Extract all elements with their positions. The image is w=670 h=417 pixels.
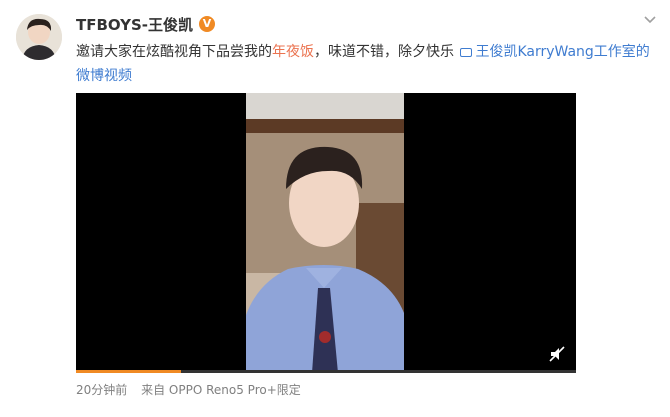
post-text-body: 邀请大家在炫酷视角下品尝我的 [76,44,272,60]
video-player[interactable] [76,93,576,373]
video-icon [460,48,473,57]
post-time[interactable]: 20分钟前 [76,383,127,397]
post-text-body-2: ，味道不错，除夕快乐 [314,44,459,60]
post-source: 来自 OPPO Reno5 Pro+限定 [141,383,301,397]
mute-icon[interactable] [548,345,566,363]
chevron-down-icon[interactable] [644,12,656,28]
video-progress-bar[interactable] [76,370,576,373]
avatar[interactable] [16,14,62,60]
post-text: 邀请大家在炫酷视角下品尝我的年夜饭，味道不错，除夕快乐 王俊凯KarryWang… [76,40,656,88]
username-link[interactable]: TFBOYS-王俊凯 [76,14,193,35]
verified-icon: V [199,16,216,32]
video-progress-fill [76,370,181,373]
post-meta: 20分钟前 来自 OPPO Reno5 Pro+限定 [76,381,311,398]
topic-link[interactable]: 年夜饭 [272,44,314,60]
video-frame [246,93,404,373]
